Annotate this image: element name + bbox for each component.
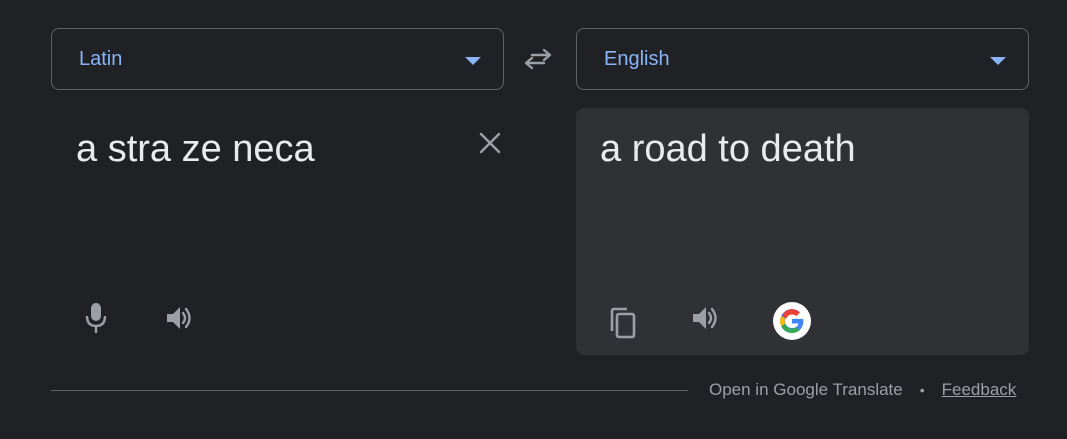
source-language-select[interactable]: Latin <box>51 28 504 90</box>
voice-input-button[interactable] <box>76 298 116 338</box>
source-language-label: Latin <box>79 47 123 70</box>
microphone-icon <box>85 303 107 333</box>
feedback-link[interactable]: Feedback <box>942 380 1017 400</box>
footer-separator: • <box>919 382 925 398</box>
target-language-label: English <box>604 47 670 70</box>
clear-source-button[interactable] <box>475 128 505 158</box>
google-logo-icon <box>773 302 811 340</box>
source-text-panel[interactable]: a stra ze neca <box>51 108 504 354</box>
footer-divider <box>51 390 688 391</box>
translation-text: a road to death <box>600 128 856 170</box>
chevron-down-icon <box>990 57 1006 65</box>
translation-output-panel: a road to death <box>576 108 1029 355</box>
source-text[interactable]: a stra ze neca <box>76 126 315 172</box>
listen-translation-button[interactable] <box>686 298 726 338</box>
footer: Open in Google Translate • Feedback <box>709 380 1016 400</box>
open-in-google-translate-link[interactable]: Open in Google Translate <box>709 380 903 400</box>
target-language-select[interactable]: English <box>576 28 1029 90</box>
speaker-icon <box>693 307 717 329</box>
copy-icon <box>610 307 636 339</box>
google-search-button[interactable] <box>772 301 812 341</box>
copy-translation-button[interactable] <box>602 303 642 343</box>
swap-languages-button[interactable] <box>520 43 556 75</box>
close-icon <box>479 132 501 154</box>
chevron-down-icon <box>465 57 481 65</box>
speaker-icon <box>167 307 191 329</box>
swap-languages-icon <box>524 48 552 70</box>
listen-source-button[interactable] <box>160 298 200 338</box>
translate-widget: Latin English a stra ze neca a road to d… <box>0 0 1067 439</box>
